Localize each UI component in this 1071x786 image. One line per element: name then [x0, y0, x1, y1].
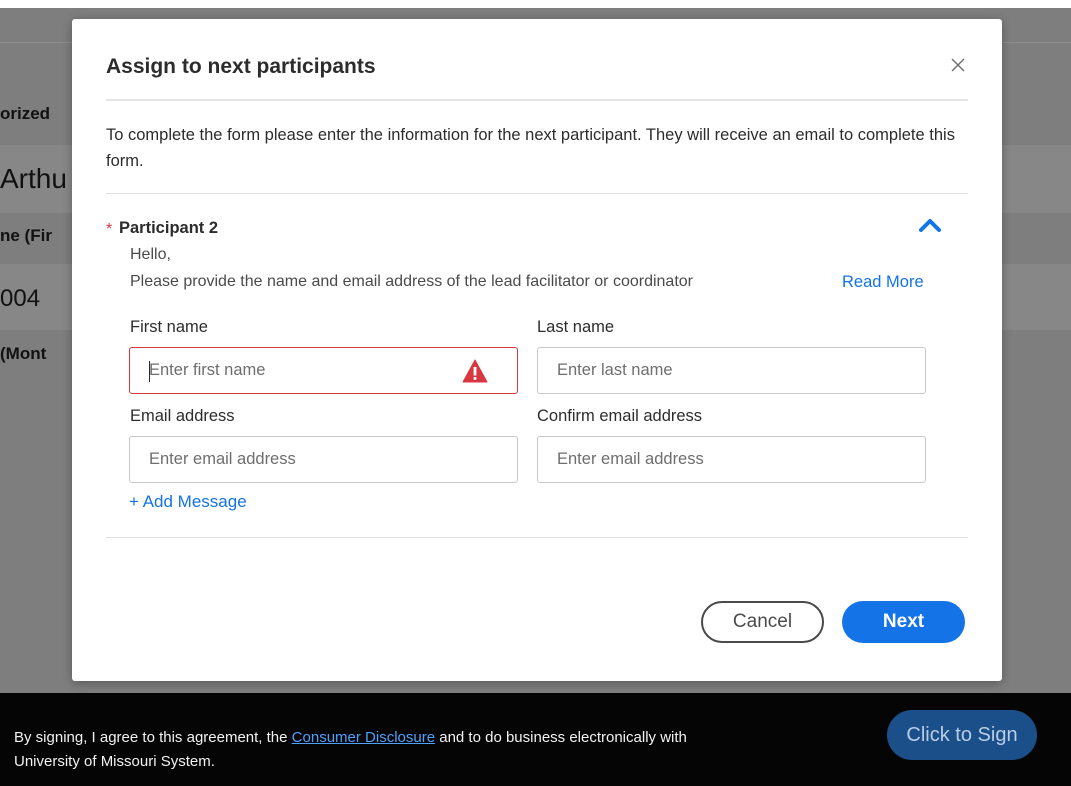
section-divider: [106, 193, 968, 194]
email-label: Email address: [130, 407, 235, 425]
background-text-fragment: orized: [0, 104, 51, 123]
participant-greeting: Hello,: [130, 246, 171, 263]
participant-description: Please provide the name and email addres…: [130, 273, 693, 290]
first-name-label: First name: [130, 318, 208, 336]
click-to-sign-button[interactable]: Click to Sign: [887, 710, 1037, 760]
required-marker: *: [106, 221, 113, 238]
background-text-fragment: ne (Fir: [0, 226, 52, 245]
next-button[interactable]: Next: [842, 601, 965, 643]
last-name-label: Last name: [537, 318, 615, 336]
dialog-intro-text: To complete the form please enter the in…: [106, 126, 955, 170]
assign-participants-dialog: Assign to next participants To complete …: [72, 19, 1002, 681]
participant-label: Participant 2: [119, 219, 219, 237]
alert-icon: [462, 359, 488, 383]
title-divider: [106, 99, 968, 101]
section-divider: [106, 537, 968, 538]
confirm-email-label: Confirm email address: [537, 407, 703, 425]
consumer-disclosure-link[interactable]: Consumer Disclosure: [292, 729, 435, 746]
background-text-fragment: 004: [0, 285, 41, 312]
read-more-link[interactable]: Read More: [842, 273, 924, 292]
background-text-fragment: Arthu: [0, 163, 67, 194]
close-button[interactable]: [946, 53, 970, 77]
consent-text-start: By signing, I agree to this agreement, t…: [14, 729, 292, 746]
first-name-input[interactable]: [129, 347, 518, 394]
last-name-input[interactable]: [537, 347, 926, 394]
signing-consent-text: By signing, I agree to this agreement, t…: [14, 726, 714, 774]
background-topbar: [0, 0, 1071, 8]
close-icon: [951, 58, 965, 72]
email-input[interactable]: [129, 436, 518, 483]
cancel-button[interactable]: Cancel: [701, 601, 824, 643]
text-cursor: [149, 361, 150, 382]
confirm-email-input[interactable]: [537, 436, 926, 483]
chevron-up-icon: [919, 219, 941, 232]
signing-footer: By signing, I agree to this agreement, t…: [0, 693, 1071, 786]
dialog-title: Assign to next participants: [106, 55, 376, 78]
collapse-participant-button[interactable]: [917, 215, 943, 235]
background-text-fragment: (Mont: [0, 344, 47, 363]
add-message-link[interactable]: + Add Message: [129, 492, 247, 512]
